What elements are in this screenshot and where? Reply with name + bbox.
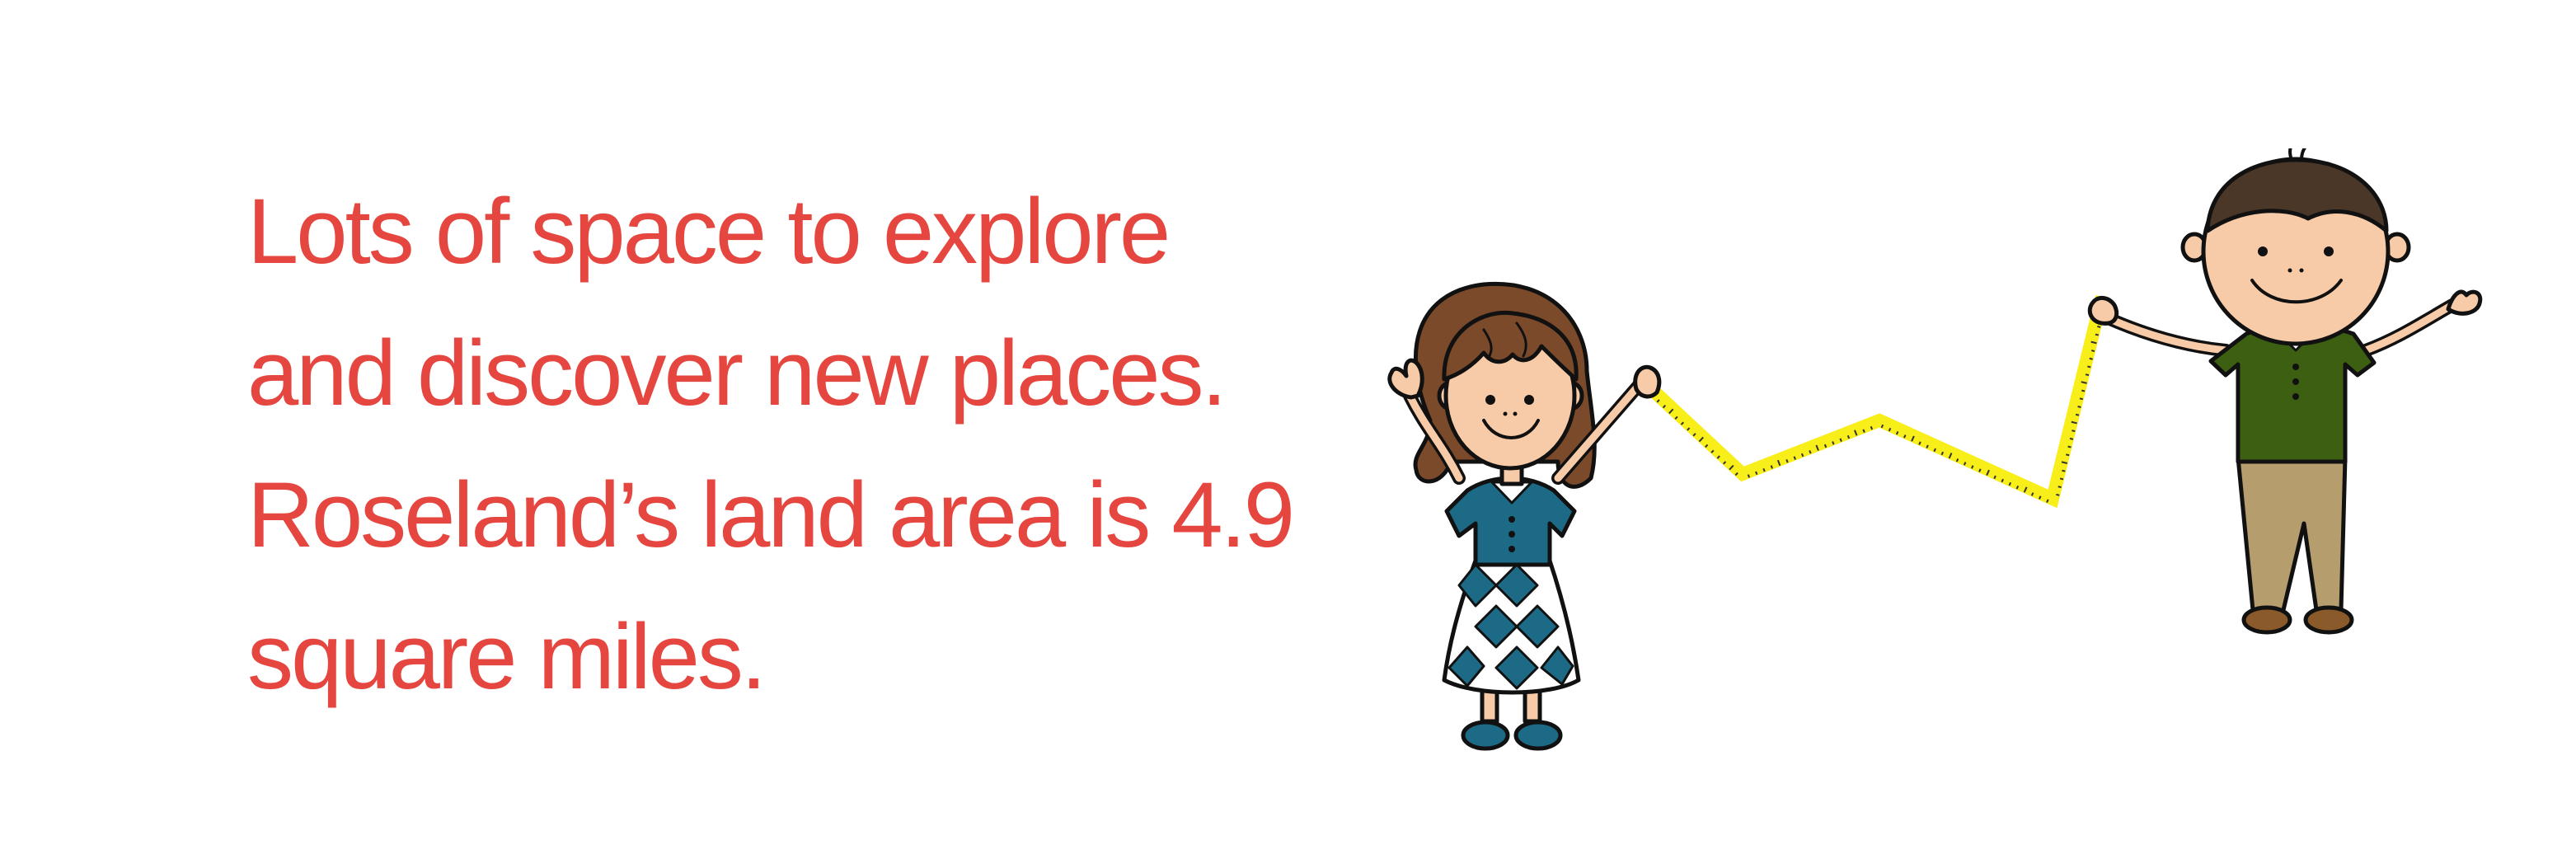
tape-tick (2081, 389, 2086, 392)
tape-tick (2090, 350, 2095, 352)
tape-tick (1846, 434, 1851, 439)
tape-tick (1762, 467, 1766, 472)
girl-left-hand (1387, 358, 1424, 400)
headline-line-4: square miles. (247, 605, 767, 708)
tape-tick (2095, 333, 2100, 336)
boy-pants (2236, 455, 2348, 613)
tape-tick (2067, 445, 2072, 448)
girl-right-shoe (1513, 720, 1563, 751)
tape-tick (1785, 459, 1789, 463)
tape-tick (2065, 453, 2070, 457)
tape-tick (2072, 430, 2076, 433)
tape-tick (1823, 444, 1828, 448)
measuring-tape (1640, 295, 2109, 509)
tape-tick (2059, 477, 2064, 481)
tape-tick (1832, 441, 1835, 445)
tape-tick (1862, 429, 1865, 434)
tape-tick (1809, 450, 1812, 454)
headline-line-2: and discover new places. (247, 322, 1227, 425)
boy-right-hand (2446, 289, 2483, 316)
tape-tick (2058, 486, 2062, 489)
headline-text: Lots of space to explore and discover ne… (247, 161, 1319, 728)
tape-tick (2077, 406, 2081, 408)
boy-left-shoe (2241, 605, 2292, 635)
kids-measuring-illustration (1387, 148, 2483, 751)
boy-figure (2087, 148, 2483, 635)
tape-tick (2087, 365, 2091, 368)
tape-tick (1770, 465, 1774, 469)
boy-right-shoe (2303, 605, 2354, 635)
girl-figure (1387, 281, 1662, 751)
boy-left-hand (2087, 296, 2119, 326)
measuring-tape-ticks (1644, 301, 2107, 503)
tape-tick (2079, 397, 2084, 401)
tape-tick (1747, 474, 1751, 478)
girl-right-hand (1633, 364, 1662, 399)
headline-line-3: Roseland’s land area is 4.9 (247, 463, 1295, 566)
tape-tick (1800, 453, 1804, 458)
girl-left-shoe (1461, 720, 1510, 751)
tape-tick (2097, 325, 2101, 328)
tape-tick (1870, 425, 1874, 430)
measuring-tape-band (1640, 295, 2109, 509)
headline-line-1: Lots of space to explore (247, 180, 1171, 283)
tape-tick (2062, 469, 2066, 472)
tape-tick (1755, 471, 1758, 476)
tape-tick (2085, 373, 2090, 377)
tape-tick (1839, 438, 1842, 442)
